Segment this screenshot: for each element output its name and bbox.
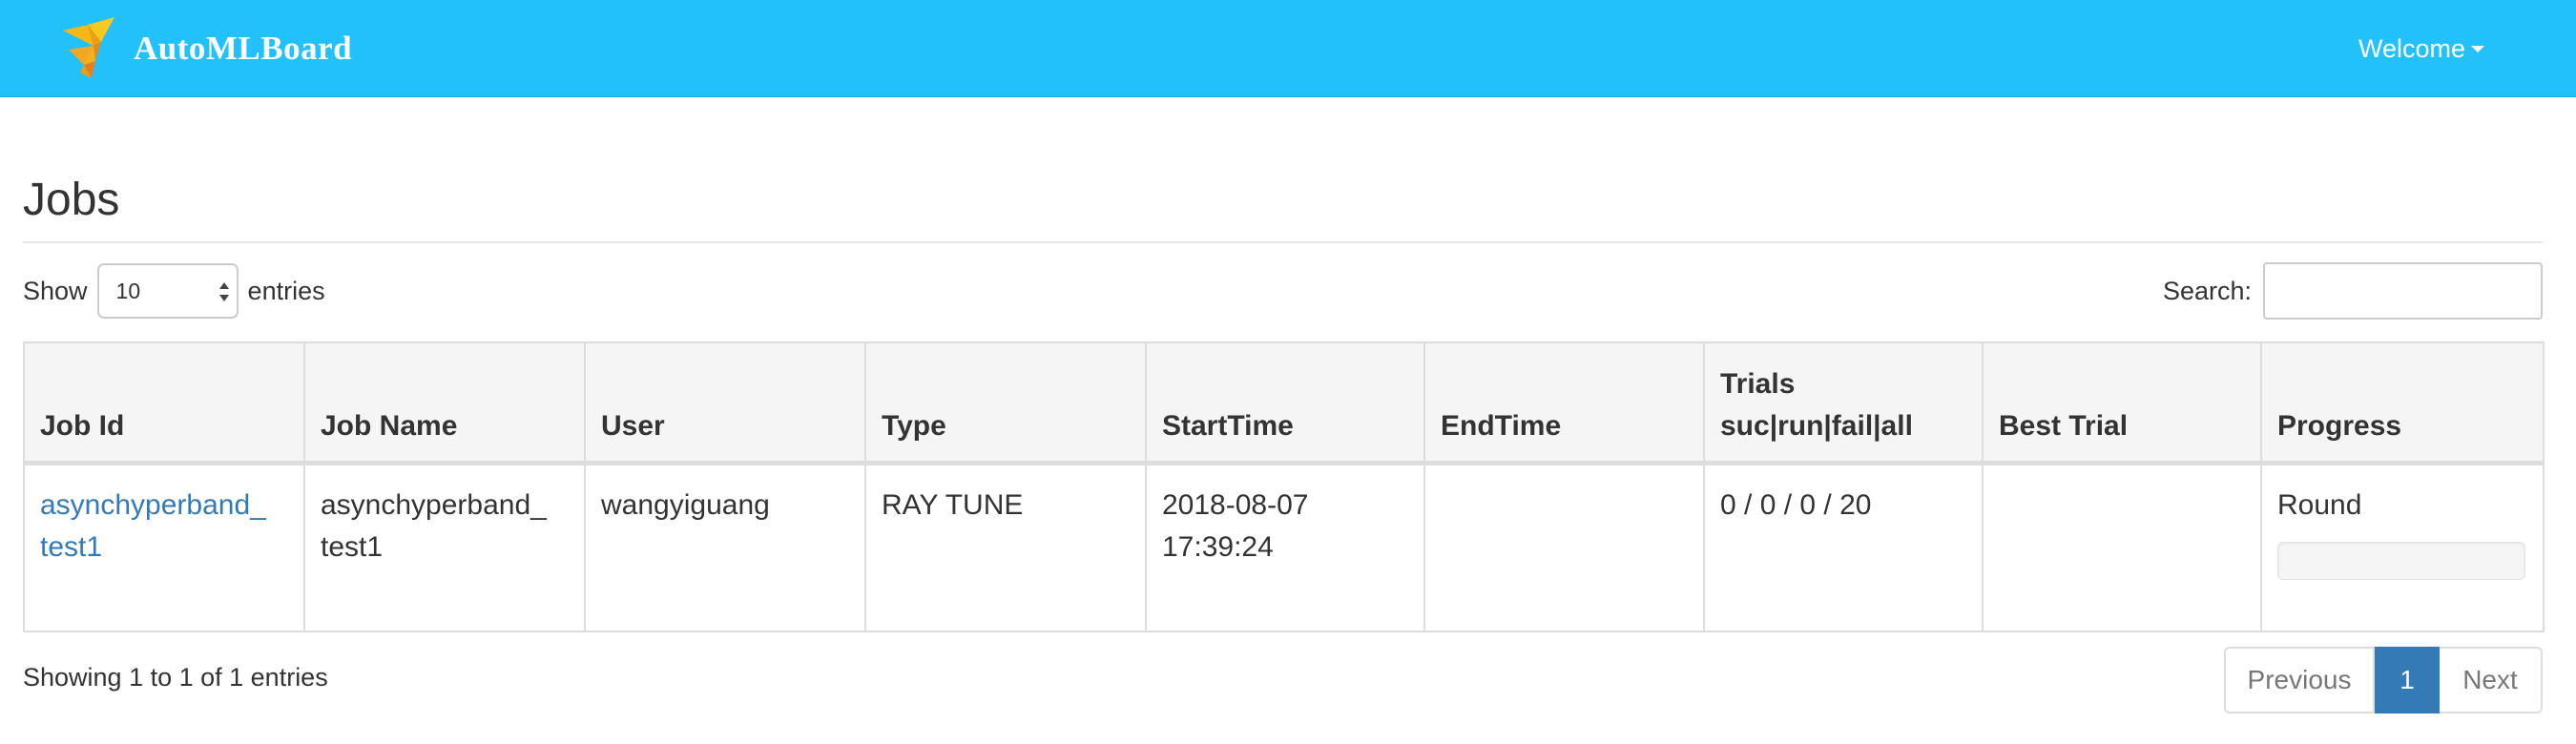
cell-end-time	[1423, 462, 1705, 632]
progress-bar	[2277, 541, 2525, 580]
start-date: 2018-08-07	[1162, 488, 1309, 521]
cell-job-name: asynchyperband_ test1	[303, 462, 586, 632]
trials-header-line1: Trials	[1720, 367, 1796, 400]
cell-user: wangyiguang	[584, 462, 866, 632]
column-header-best-trial[interactable]: Best Trial	[1982, 341, 2262, 465]
entries-length-control: Show 10 entries	[23, 263, 325, 319]
paper-crane-icon	[63, 17, 114, 78]
job-name-line1: asynchyperband_	[321, 488, 547, 521]
brand-link[interactable]: AutoMLBoard	[55, 17, 352, 80]
start-clock: 17:39:24	[1162, 530, 1274, 563]
show-label: Show	[23, 276, 88, 305]
cell-job-id: asynchyperband_ test1	[23, 462, 305, 632]
column-header-user[interactable]: User	[584, 341, 866, 465]
column-header-progress[interactable]: Progress	[2260, 341, 2545, 465]
column-header-type[interactable]: Type	[864, 341, 1147, 465]
select-arrows-icon	[218, 280, 229, 303]
trials-header-line2: suc|run|fail|all	[1720, 409, 1913, 442]
column-header-job-name[interactable]: Job Name	[303, 341, 586, 465]
entries-per-page-select[interactable]: 10	[96, 263, 239, 319]
search-control: Search:	[2162, 262, 2543, 320]
brand-title: AutoMLBoard	[134, 30, 353, 67]
cell-trials: 0 / 0 / 0 / 20	[1703, 462, 1984, 632]
cell-type: RAY TUNE	[864, 462, 1147, 632]
jobs-table: Job Id Job Name User Type StartTime EndT…	[23, 341, 2545, 632]
column-header-end-time[interactable]: EndTime	[1423, 341, 1705, 465]
header-divider	[23, 241, 2543, 243]
cell-progress: Round	[2260, 462, 2545, 632]
next-page-button[interactable]: Next	[2440, 647, 2543, 713]
job-id-line1: asynchyperband_	[40, 488, 266, 521]
job-name-line2: test1	[321, 530, 384, 563]
table-header-row: Job Id Job Name User Type StartTime EndT…	[23, 341, 2545, 465]
entries-label: entries	[247, 276, 325, 305]
column-header-job-id[interactable]: Job Id	[23, 341, 305, 465]
job-id-line2: test1	[40, 530, 103, 563]
cell-best-trial	[1982, 462, 2262, 632]
welcome-label: Welcome	[2358, 33, 2465, 63]
search-input[interactable]	[2263, 262, 2543, 320]
welcome-dropdown[interactable]: Welcome	[2358, 29, 2484, 69]
table-info: Showing 1 to 1 of 1 entries	[23, 663, 328, 692]
column-header-start-time[interactable]: StartTime	[1145, 341, 1425, 465]
page-title: Jobs	[23, 175, 120, 225]
search-label: Search:	[2162, 276, 2252, 305]
page-1-button[interactable]: 1	[2375, 647, 2440, 713]
job-id-link[interactable]: asynchyperband_ test1	[40, 485, 288, 568]
caret-down-icon	[2471, 45, 2484, 52]
previous-page-button[interactable]: Previous	[2224, 647, 2375, 713]
top-navbar: AutoMLBoard Welcome	[0, 0, 2576, 97]
table-row: asynchyperband_ test1 asynchyperband_ te…	[23, 462, 2545, 632]
pagination: Previous 1 Next	[2224, 647, 2543, 713]
progress-label: Round	[2277, 488, 2362, 521]
column-header-trials[interactable]: Trials suc|run|fail|all	[1703, 341, 1984, 465]
cell-start-time: 2018-08-07 17:39:24	[1145, 462, 1425, 632]
entries-per-page-value: 10	[115, 279, 141, 303]
